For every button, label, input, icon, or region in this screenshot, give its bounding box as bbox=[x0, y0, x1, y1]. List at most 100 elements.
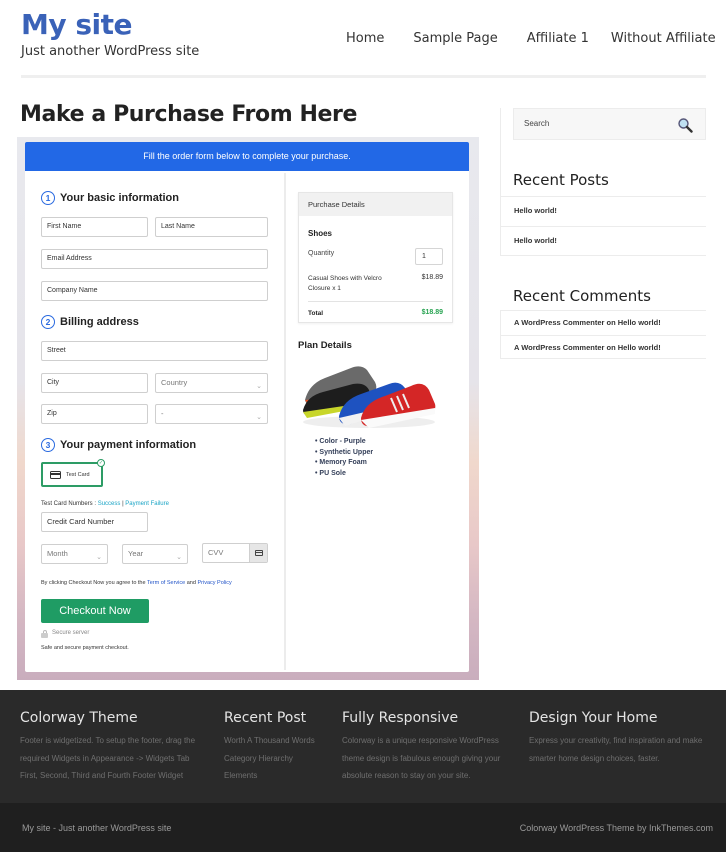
section-title: Your basic information bbox=[60, 192, 179, 204]
sidebar-divider bbox=[500, 108, 501, 198]
section-title: Billing address bbox=[60, 316, 139, 328]
sidebar-divider bbox=[500, 196, 501, 256]
test-card-numbers: Test Card Numbers : Success | Payment Fa… bbox=[41, 501, 169, 507]
cvv-placeholder: CVV bbox=[208, 548, 224, 557]
first-name-input[interactable]: First Name bbox=[41, 217, 148, 237]
sidebar-divider bbox=[500, 310, 501, 359]
year-value: Year bbox=[128, 549, 144, 558]
payment-method-test-card[interactable]: Test Card ✓ bbox=[41, 459, 105, 487]
footer-text: absolute reason to stay on your site. bbox=[342, 771, 471, 780]
test-failure-link[interactable]: Payment Failure bbox=[125, 501, 169, 507]
card-number-input[interactable]: Credit Card Number bbox=[41, 512, 148, 532]
plan-feature: PU Sole bbox=[315, 469, 373, 480]
footer-title: Recent Post bbox=[224, 710, 307, 726]
quantity-input[interactable]: 1 bbox=[415, 248, 443, 265]
plan-features: Color - Purple Synthetic Upper Memory Fo… bbox=[315, 437, 373, 479]
footer-col-responsive: Fully Responsive Colorway is a unique re… bbox=[342, 710, 500, 785]
search-input[interactable]: Search bbox=[513, 108, 706, 140]
page-title: Make a Purchase From Here bbox=[20, 102, 357, 127]
footer-theme-credit[interactable]: Colorway WordPress Theme by InkThemes.co… bbox=[520, 823, 713, 833]
nav-without-affiliate[interactable]: Without Affiliate bbox=[611, 31, 716, 46]
plan-feature: Memory Foam bbox=[315, 458, 373, 469]
checkout-banner: Fill the order form below to complete yo… bbox=[25, 142, 469, 171]
search-icon[interactable] bbox=[677, 117, 693, 133]
search-placeholder: Search bbox=[524, 119, 550, 128]
plan-details-title: Plan Details bbox=[298, 340, 352, 351]
section-basic-info: 1 Your basic information bbox=[41, 191, 179, 205]
state-value: - bbox=[161, 409, 164, 418]
plan-feature: Color - Purple bbox=[315, 437, 373, 448]
chevron-down-icon: ⌄ bbox=[256, 414, 262, 421]
footer-title: Design Your Home bbox=[529, 710, 658, 726]
footer-post-link[interactable]: Category Hierarchy bbox=[224, 750, 315, 768]
terms-link[interactable]: Term of Service bbox=[147, 580, 185, 586]
year-select[interactable]: Year ⌄ bbox=[122, 544, 188, 564]
check-icon: ✓ bbox=[97, 459, 105, 467]
quantity-label: Quantity bbox=[308, 250, 335, 257]
chevron-down-icon: ⌄ bbox=[176, 554, 182, 561]
site-header: My site Just another WordPress site Home… bbox=[0, 0, 726, 80]
footer-col-recent-post: Recent Post Worth A Thousand Words Categ… bbox=[224, 710, 315, 785]
lock-icon bbox=[41, 630, 48, 638]
chevron-down-icon: ⌄ bbox=[256, 383, 262, 390]
recent-post-link[interactable]: Hello world! bbox=[500, 226, 706, 256]
credit-card-icon bbox=[50, 470, 61, 479]
cvv-input[interactable]: CVV bbox=[202, 543, 268, 563]
separator: | bbox=[122, 501, 124, 507]
section-title: Your payment information bbox=[60, 439, 197, 451]
site-tagline: Just another WordPress site bbox=[21, 44, 200, 59]
footer-text: required Widgets in Appearance -> Widget… bbox=[20, 753, 190, 763]
nav-affiliate-1[interactable]: Affiliate 1 bbox=[527, 31, 589, 46]
footer-text: Footer is widgetized. To setup the foote… bbox=[20, 736, 196, 745]
divider bbox=[308, 301, 443, 302]
footer-text: theme design is fabulous enough giving y… bbox=[342, 753, 501, 763]
privacy-link[interactable]: Privacy Policy bbox=[197, 580, 231, 586]
nav-home[interactable]: Home bbox=[346, 31, 384, 46]
street-input[interactable]: Street bbox=[41, 341, 268, 361]
footer-col-design-home: Design Your Home Express your creativity… bbox=[529, 710, 702, 767]
nav-sample-page[interactable]: Sample Page bbox=[413, 31, 497, 46]
recent-comment-link[interactable]: A WordPress Commenter on Hello world! bbox=[500, 310, 706, 335]
secure-note: Safe and secure payment checkout. bbox=[41, 645, 129, 651]
purchase-details: Purchase Details Shoes Quantity 1 Casual… bbox=[298, 192, 453, 323]
step-1-icon: 1 bbox=[41, 191, 55, 205]
month-select[interactable]: Month ⌄ bbox=[41, 544, 108, 564]
plan-feature: Synthetic Upper bbox=[315, 448, 373, 459]
secure-server-label: Secure server bbox=[52, 630, 90, 636]
site-title[interactable]: My site bbox=[21, 8, 133, 41]
city-input[interactable]: City bbox=[41, 373, 148, 393]
footer-post-link[interactable]: Worth A Thousand Words bbox=[224, 732, 315, 750]
line-item-name: Casual Shoes with Velcro Closure x 1 bbox=[308, 275, 382, 292]
test-card-label: Test Card Numbers : bbox=[41, 501, 97, 507]
column-divider bbox=[284, 173, 286, 670]
product-name: Shoes bbox=[308, 229, 333, 238]
state-select[interactable]: - ⌄ bbox=[155, 404, 268, 424]
cvv-card-icon bbox=[249, 544, 267, 562]
recent-posts-title: Recent Posts bbox=[513, 171, 609, 189]
test-success-link[interactable]: Success bbox=[98, 501, 121, 507]
total-label: Total bbox=[308, 310, 324, 317]
checkout-now-button[interactable]: Checkout Now bbox=[41, 599, 149, 623]
footer-text: smarter home design choices, faster. bbox=[529, 753, 660, 763]
main-nav: Home Sample Page Affiliate 1 Without Aff… bbox=[346, 31, 716, 46]
footer-widgets: Colorway Theme Footer is widgetized. To … bbox=[0, 690, 726, 803]
section-payment: 3 Your payment information bbox=[41, 438, 196, 452]
purchase-details-header: Purchase Details bbox=[299, 193, 452, 216]
last-name-input[interactable]: Last Name bbox=[155, 217, 268, 237]
company-input[interactable]: Company Name bbox=[41, 281, 268, 301]
footer-post-link[interactable]: Elements bbox=[224, 767, 315, 785]
zip-input[interactable]: Zip bbox=[41, 404, 148, 424]
step-3-icon: 3 bbox=[41, 438, 55, 452]
step-2-icon: 2 bbox=[41, 315, 55, 329]
recent-post-link[interactable]: Hello world! bbox=[500, 196, 706, 226]
footer-text: First, Second, Third and Fourth Footer W… bbox=[20, 771, 184, 780]
terms-and: and bbox=[186, 580, 196, 586]
footer-bottom-bar: My site - Just another WordPress site Co… bbox=[0, 803, 726, 852]
terms-prefix: By clicking Checkout Now you agree to th… bbox=[41, 580, 146, 586]
country-select[interactable]: Country ⌄ bbox=[155, 373, 268, 393]
recent-comment-link[interactable]: A WordPress Commenter on Hello world! bbox=[500, 335, 706, 359]
line-item-price: $18.89 bbox=[421, 274, 443, 281]
footer-text: Express your creativity, find inspiratio… bbox=[529, 736, 703, 745]
footer-site-credit[interactable]: My site - Just another WordPress site bbox=[22, 823, 171, 833]
email-input[interactable]: Email Address bbox=[41, 249, 268, 269]
